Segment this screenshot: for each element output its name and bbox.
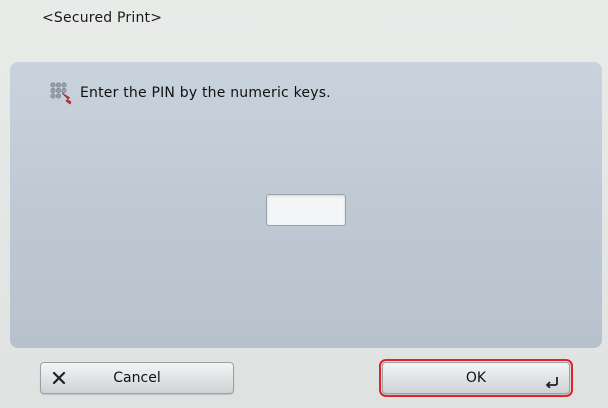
cancel-button[interactable]: Cancel	[40, 362, 234, 394]
page-title: <Secured Print>	[42, 10, 163, 26]
cancel-label: Cancel	[113, 370, 161, 386]
instruction-text: Enter the PIN by the numeric keys.	[80, 85, 331, 101]
instruction-row: Enter the PIN by the numeric keys.	[48, 80, 331, 106]
enter-return-icon	[545, 377, 558, 388]
ok-button[interactable]: OK	[379, 359, 573, 397]
pin-input-field[interactable]	[266, 194, 346, 226]
numeric-keypad-icon	[50, 82, 72, 105]
ok-label: OK	[465, 370, 487, 386]
pin-entry-panel: Enter the PIN by the numeric keys.	[10, 62, 602, 348]
secured-print-screen: <Secured Print> Enter the PIN by the num…	[0, 0, 608, 408]
